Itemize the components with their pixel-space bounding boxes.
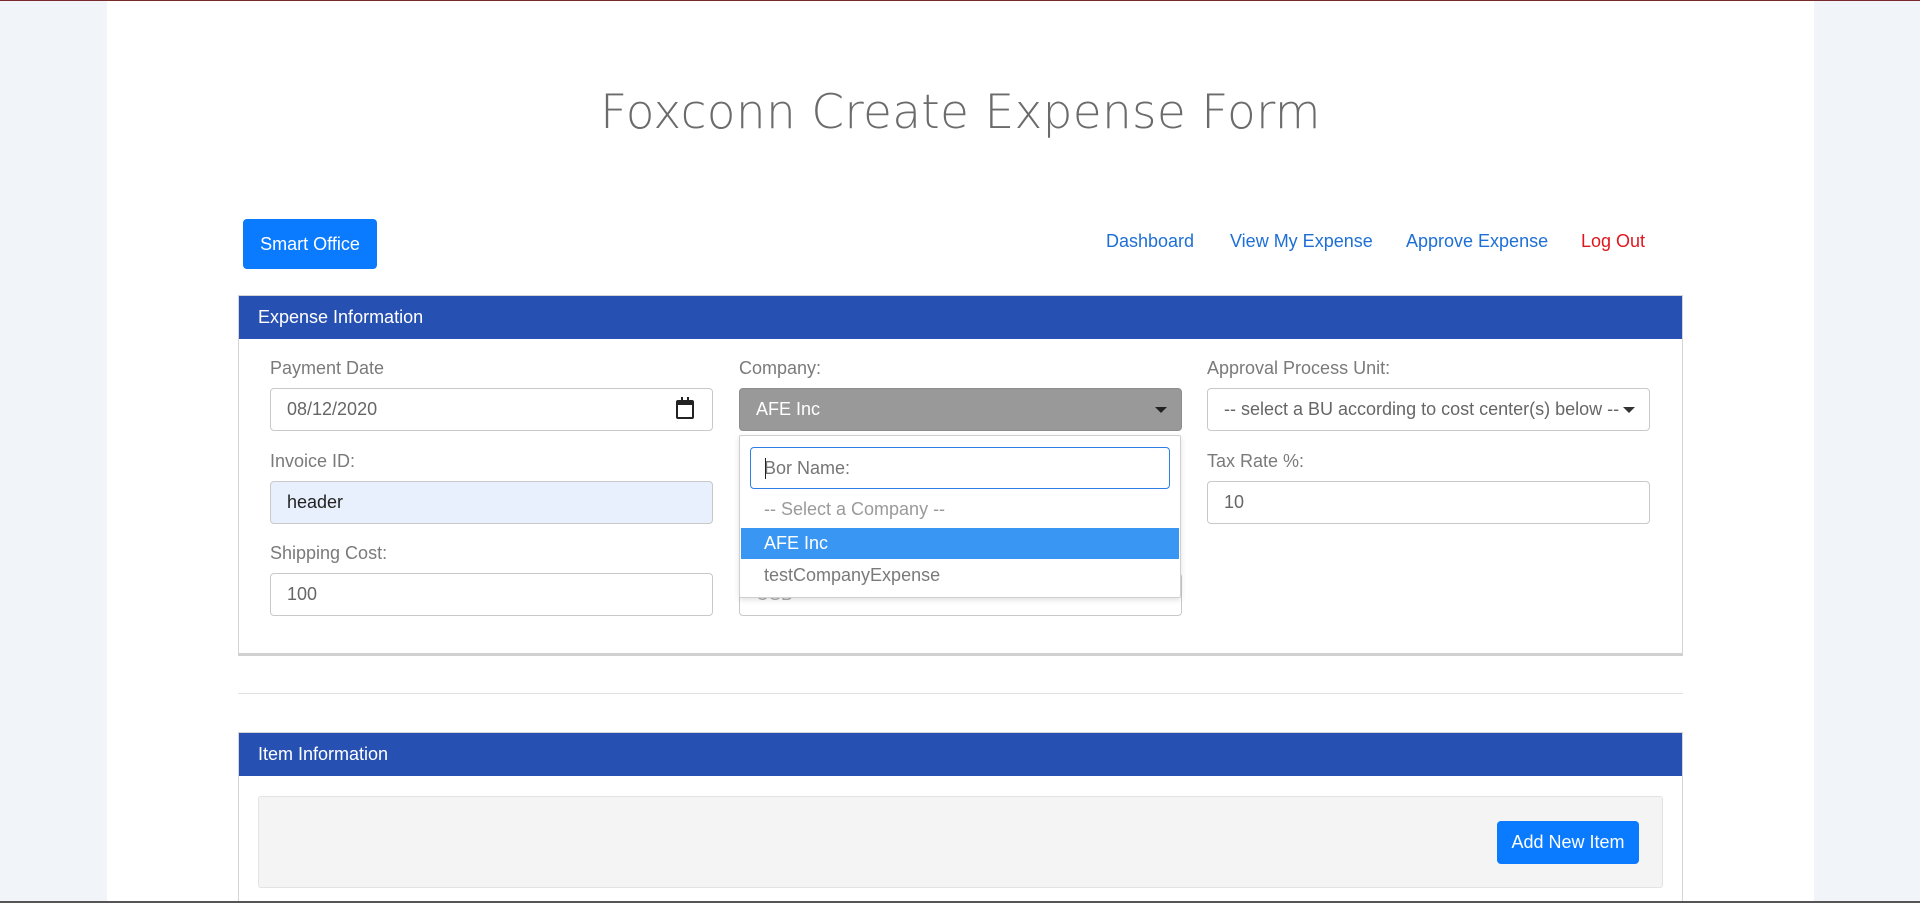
company-selected-value: AFE Inc [756, 399, 821, 419]
approval-unit-value: -- select a BU according to cost center(… [1224, 399, 1620, 419]
page-title: Foxconn Create Expense Form [600, 85, 1321, 140]
nav-dashboard[interactable]: Dashboard [1106, 231, 1194, 252]
tax-rate-value: 10 [1224, 492, 1245, 512]
item-list-area: Add New Item [258, 796, 1663, 888]
company-search-input[interactable] [750, 447, 1170, 489]
company-option-placeholder[interactable]: -- Select a Company -- [741, 494, 1179, 525]
chevron-down-icon [1623, 407, 1635, 413]
item-panel-heading: Item Information [239, 733, 1682, 776]
company-option-afe-inc[interactable]: AFE Inc [741, 528, 1179, 559]
approval-unit-label: Approval Process Unit: [1207, 358, 1391, 378]
add-new-item-button[interactable]: Add New Item [1497, 821, 1639, 864]
payment-date-label: Payment Date [270, 358, 385, 378]
expense-panel-heading: Expense Information [239, 296, 1682, 339]
nav-approve-expense[interactable]: Approve Expense [1406, 231, 1548, 252]
shipping-cost-label: Shipping Cost: [270, 543, 388, 563]
approval-unit-select[interactable]: -- select a BU according to cost center(… [1207, 388, 1650, 431]
nav-view-my-expense[interactable]: View My Expense [1230, 231, 1373, 252]
calendar-icon[interactable] [676, 397, 694, 419]
nav-logout[interactable]: Log Out [1581, 231, 1645, 252]
item-information-panel: Item Information Add New Item [238, 732, 1683, 903]
top-nav: Dashboard View My Expense Approve Expens… [107, 231, 1814, 257]
invoice-id-input[interactable]: header [270, 481, 713, 524]
company-option-test-company-expense[interactable]: testCompanyExpense [741, 560, 1179, 591]
shipping-cost-input[interactable]: 100 [270, 573, 713, 616]
company-dropdown: -- Select a Company -- AFE Inc testCompa… [739, 435, 1181, 598]
text-cursor [765, 458, 766, 479]
tax-rate-input[interactable]: 10 [1207, 481, 1650, 524]
invoice-id-value: header [287, 492, 344, 512]
company-label: Company: [739, 358, 822, 378]
chevron-down-icon [1155, 407, 1167, 413]
invoice-id-label: Invoice ID: [270, 451, 356, 471]
payment-date-input[interactable]: 08/12/2020 [270, 388, 713, 431]
section-divider [238, 693, 1683, 694]
payment-date-value: 08/12/2020 [287, 399, 378, 419]
shipping-cost-value: 100 [287, 584, 318, 604]
company-select[interactable]: AFE Inc [739, 388, 1182, 431]
tax-rate-label: Tax Rate %: [1207, 451, 1305, 471]
page-container: Foxconn Create Expense Form Smart Office… [107, 1, 1814, 903]
